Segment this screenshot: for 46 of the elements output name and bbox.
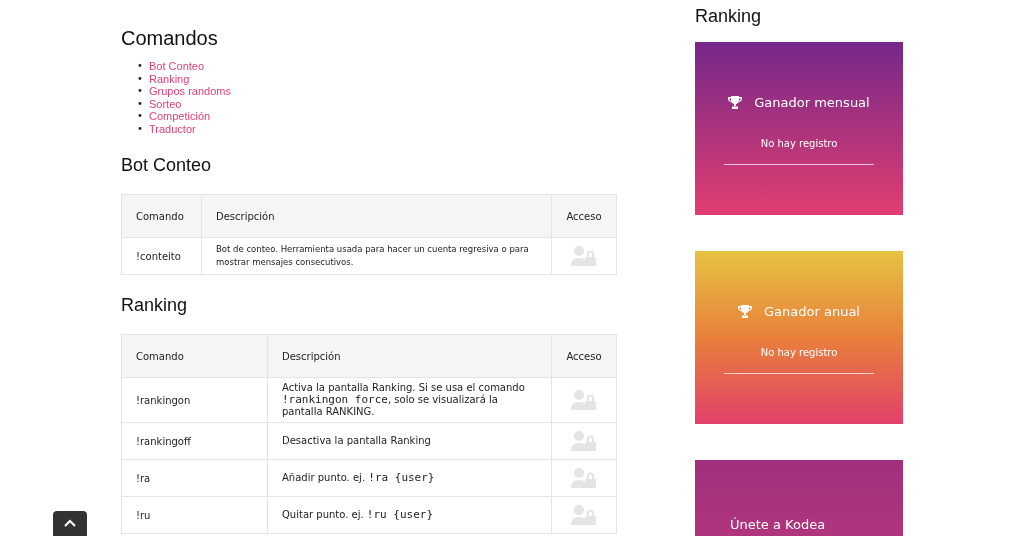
description-cell: Bot de conteo. Herramienta usada para hacer un cuenta regresiva o para mostrar mensajes consecutivos. xyxy=(201,237,552,275)
chevron-up-icon xyxy=(64,519,76,527)
toc-link[interactable]: Bot Conteo xyxy=(149,60,205,73)
bullet: • xyxy=(137,110,144,123)
trophy-icon xyxy=(738,305,752,318)
page-title: Comandos xyxy=(121,27,219,50)
bullet: • xyxy=(137,97,144,110)
user-lock-icon xyxy=(570,430,598,452)
trophy-icon xyxy=(728,96,743,109)
column-header: Acceso xyxy=(551,194,617,238)
command-cell: !conteito xyxy=(121,237,202,275)
card-text: No hay registro xyxy=(760,347,838,358)
bullet: • xyxy=(137,85,144,98)
column-header: Descripción xyxy=(201,194,552,238)
user-lock-icon xyxy=(570,245,598,267)
command-cell: !rankingoff xyxy=(121,422,268,460)
user-lock-icon xyxy=(570,467,598,489)
column-header: Acceso xyxy=(551,334,617,378)
section-heading: Bot Conteo xyxy=(121,155,213,176)
toc-link[interactable]: Traductor xyxy=(149,122,196,135)
column-header: Descripción xyxy=(267,334,552,378)
bullet: • xyxy=(137,60,144,73)
command-cell: !rankingon xyxy=(121,377,268,423)
section-heading: Ranking xyxy=(121,295,189,316)
toc-link[interactable]: Ranking xyxy=(149,72,190,85)
toc-link[interactable]: Competición xyxy=(149,110,211,123)
column-header: Comando xyxy=(121,334,268,378)
sidebar-title: Ranking xyxy=(695,6,763,27)
toc-link[interactable]: Sorteo xyxy=(149,97,182,110)
user-lock-icon xyxy=(570,389,598,411)
scroll-to-top-button[interactable] xyxy=(53,511,87,536)
toc-link[interactable]: Grupos randoms xyxy=(149,85,231,98)
user-lock-icon xyxy=(570,504,598,526)
card-title: Ganador mensual xyxy=(754,95,870,110)
card-text: No hay registro xyxy=(760,138,838,149)
bullet: • xyxy=(137,122,144,135)
bullet: • xyxy=(137,72,144,85)
command-cell: !ra xyxy=(121,459,268,497)
description-cell: Añadir punto. ej. !ra {user} xyxy=(267,459,552,497)
command-cell: !ru xyxy=(121,496,268,534)
description-cell: Activa la pantalla Ranking. Si se usa el comando !rankingon force, solo se visualizará la pantalla RANKING. xyxy=(267,377,552,423)
card-title: Únete a Kodea xyxy=(730,517,826,532)
description-cell: Desactiva la pantalla Ranking xyxy=(267,422,552,460)
description-cell: Quitar punto. ej. !ru {user} xyxy=(267,496,552,534)
card-title: Ganador anual xyxy=(764,304,860,319)
column-header: Comando xyxy=(121,194,202,238)
